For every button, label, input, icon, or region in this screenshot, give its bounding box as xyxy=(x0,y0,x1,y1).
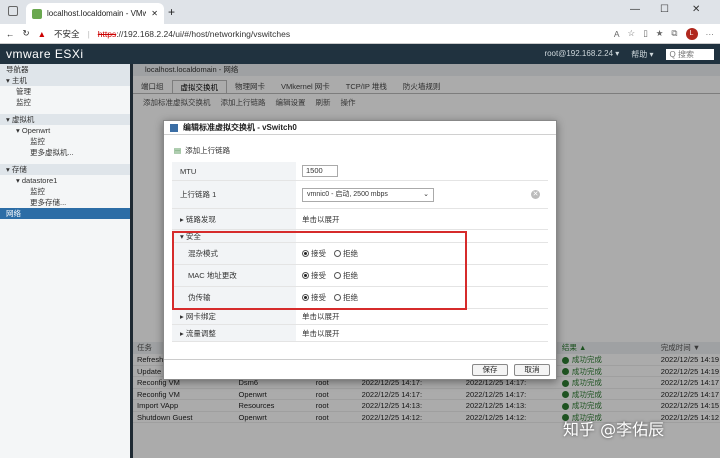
url-field[interactable]: https://192.168.2.24/ui/#/host/networkin… xyxy=(98,29,290,39)
dialog-title-bar: 编辑标准虚拟交换机 - vSwitch0 xyxy=(164,121,556,135)
favorites-icon[interactable]: ★ xyxy=(656,28,664,39)
navigator-item[interactable]: ▾ 虚拟机 xyxy=(0,114,130,125)
esxi-header: vmware ESXi root@192.168.2.24 ▾ 帮助 ▾ Q 搜… xyxy=(0,44,720,64)
navigator-item[interactable]: ▾ 存储 xyxy=(0,164,130,175)
uplink-row: 上行链路 1 vmnic0 - 启动, 2500 mbps ⌄ ✕ xyxy=(172,181,548,209)
browser-address-bar: ← ↻ ▲ 不安全 | https://192.168.2.24/ui/#/ho… xyxy=(0,24,720,44)
uplink-select-value: vmnic0 - 启动, 2500 mbps xyxy=(307,190,388,198)
nic-teaming-label: ▸ 网卡绑定 xyxy=(172,309,296,324)
navigator-item[interactable]: 更多虚拟机... xyxy=(0,147,130,158)
traffic-shaping-row[interactable]: ▸ 流量调整 单击以展开 xyxy=(172,325,548,342)
mtu-input[interactable]: 1500 xyxy=(302,165,338,177)
navigator-item[interactable]: 监控 xyxy=(0,97,130,108)
zhihu-watermark: 知乎 @李佑辰 xyxy=(563,420,665,439)
nic-teaming-row[interactable]: ▸ 网卡绑定 单击以展开 xyxy=(172,309,548,325)
uplink-select[interactable]: vmnic0 - 启动, 2500 mbps ⌄ xyxy=(302,187,434,202)
tab-actions-icon[interactable] xyxy=(8,6,18,16)
close-window-button[interactable]: ✕ xyxy=(692,4,700,15)
browser-tab[interactable]: localhost.localdomain - VMware ✕ xyxy=(26,3,164,24)
navigator-tree: ▾ 主机 管理 监控 ▾ 虚拟机 ▾ Openwrt 监控 更多虚拟机... ▾ 存储 ▾ da… xyxy=(0,75,130,219)
vswitch-icon xyxy=(170,123,178,132)
back-button[interactable]: ← xyxy=(6,29,15,39)
profile-avatar[interactable]: L xyxy=(685,27,698,40)
new-tab-button[interactable]: + xyxy=(168,5,175,19)
link-discovery-row[interactable]: ▸ 链路发现 单击以展开 xyxy=(172,209,548,230)
uplink-label: 上行链路 1 xyxy=(172,181,296,208)
tab-title: localhost.localdomain - VMware xyxy=(47,9,147,18)
split-screen-icon[interactable]: ▯ xyxy=(643,28,648,39)
link-discovery-label: ▸ 链路发现 xyxy=(172,209,296,229)
save-button[interactable]: 保存 xyxy=(472,363,508,376)
maximize-button[interactable]: ☐ xyxy=(660,4,669,15)
dialog-title: 编辑标准虚拟交换机 - vSwitch0 xyxy=(183,122,297,132)
navigator-item[interactable]: 网络 xyxy=(0,208,130,219)
navigator-item[interactable]: 监控 xyxy=(0,186,130,197)
insecure-label[interactable]: 不安全 xyxy=(54,28,80,40)
navigator-item[interactable]: ▾ datastore1 xyxy=(0,175,130,186)
navigator-item[interactable]: 监控 xyxy=(0,136,130,147)
dialog-footer: 保存 取消 xyxy=(164,359,556,379)
add-uplink-label: 添加上行链路 xyxy=(185,146,231,155)
cancel-button[interactable]: 取消 xyxy=(514,363,550,376)
url-scheme: https xyxy=(97,28,117,39)
add-icon: ▤ xyxy=(174,146,182,155)
url-path: ://192.168.2.24/ui/#/host/networking/vsw… xyxy=(116,28,291,39)
add-uplink-button[interactable]: ▤ 添加上行链路 xyxy=(174,145,230,156)
help-menu[interactable]: 帮助 ▾ xyxy=(631,49,653,60)
minimize-button[interactable]: — xyxy=(630,4,640,15)
vmware-favicon-icon xyxy=(32,8,42,19)
link-discovery-hint: 单击以展开 xyxy=(302,214,340,224)
traffic-shaping-hint: 单击以展开 xyxy=(302,328,340,338)
favorite-star-icon[interactable]: ☆ xyxy=(627,28,635,39)
navigator-panel: 导航器 ▾ 主机 管理 监控 ▾ 虚拟机 ▾ Openwrt 监控 更多虚拟机... ▾ 存储… xyxy=(0,64,130,458)
traffic-shaping-label: ▸ 流量调整 xyxy=(172,325,296,341)
collections-icon[interactable]: ⧉ xyxy=(671,28,677,39)
navigator-item[interactable]: ▾ 主机 xyxy=(0,75,130,86)
reload-button[interactable]: ↻ xyxy=(23,28,30,39)
mtu-row: MTU 1500 xyxy=(172,162,548,181)
security-highlight-box xyxy=(172,231,467,310)
navigator-item[interactable]: 更多存储... xyxy=(0,197,130,208)
more-menu-icon[interactable]: ··· xyxy=(706,29,715,39)
mtu-label: MTU xyxy=(172,162,296,180)
navigator-item[interactable]: ▾ Openwrt xyxy=(0,125,130,136)
navigator-header: 导航器 xyxy=(0,64,130,75)
esxi-logo: vmware ESXi xyxy=(6,47,84,61)
chevron-down-icon: ⌄ xyxy=(423,190,429,198)
browser-tab-strip: localhost.localdomain - VMware ✕ + — ☐ ✕ xyxy=(0,0,720,24)
warning-icon: ▲ xyxy=(37,28,47,39)
tab-close-icon[interactable]: ✕ xyxy=(151,9,158,18)
nic-teaming-hint: 单击以展开 xyxy=(302,312,340,321)
search-box[interactable]: Q 搜索 xyxy=(665,48,714,60)
navigator-item[interactable]: 管理 xyxy=(0,86,130,97)
remove-uplink-icon[interactable]: ✕ xyxy=(531,190,540,199)
user-menu[interactable]: root@192.168.2.24 ▾ xyxy=(544,49,619,60)
read-aloud-icon[interactable]: A xyxy=(614,29,620,39)
